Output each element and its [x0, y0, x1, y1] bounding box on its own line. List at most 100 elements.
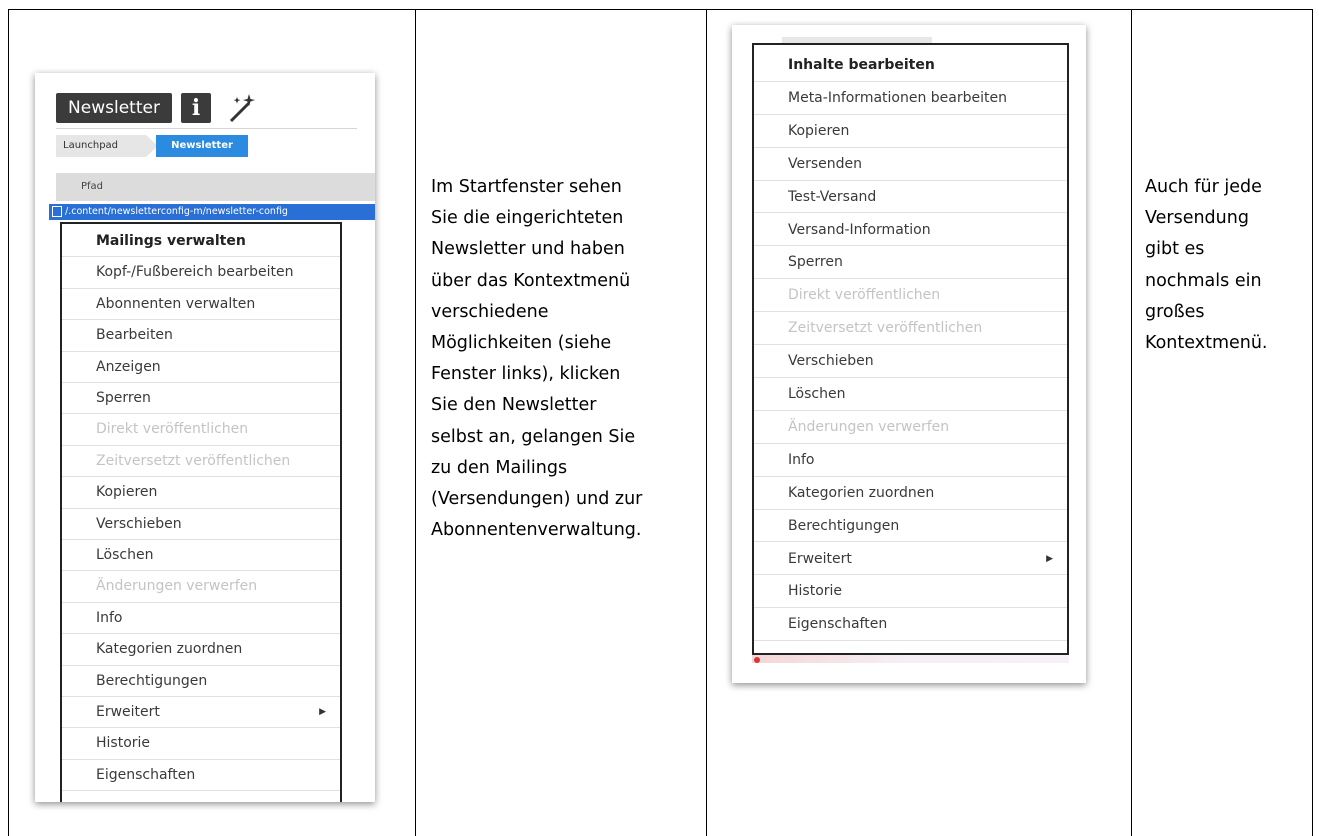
text-line: großes	[1145, 301, 1205, 322]
error-dot-icon	[754, 657, 760, 663]
menu-item[interactable]: Verschieben	[754, 345, 1067, 378]
table-divider-3	[1131, 9, 1132, 836]
mailing-context-menu: Inhalte bearbeiten Meta-Informationen bea…	[752, 43, 1069, 655]
menu-item[interactable]: Löschen	[754, 378, 1067, 411]
menu-item[interactable]: Erweitert ▶	[62, 697, 340, 729]
menu-item-label: Löschen	[96, 547, 154, 563]
text-line: gibt es	[1145, 239, 1205, 260]
menu-item[interactable]: Test-Versand	[754, 181, 1067, 214]
table-right-border	[1312, 9, 1313, 836]
text-line: Abonnentenverwaltung.	[431, 520, 642, 541]
text-line: Im Startfenster sehen	[431, 177, 622, 197]
newsletter-row-icon	[52, 206, 62, 217]
menu-item-label: Inhalte bearbeiten	[788, 57, 935, 73]
menu-item-label: Löschen	[788, 386, 846, 402]
menu-item[interactable]: Sperren	[62, 383, 340, 415]
menu-item[interactable]: Versenden	[754, 148, 1067, 181]
menu-item-label: Verschieben	[788, 353, 874, 370]
menu-item: Direkt veröffentlichen	[62, 414, 340, 446]
breadcrumb-newsletter[interactable]: Newsletter	[156, 135, 248, 157]
menu-item-label: Versenden	[788, 155, 863, 172]
menu-item-label: Kopf-/Fußbereich bearbeiten	[96, 264, 294, 281]
menu-item[interactable]: Historie	[62, 728, 340, 760]
menu-item-label: Info	[788, 451, 815, 468]
menu-item: Direkt veröffentlichen	[754, 279, 1067, 313]
table-top-border	[8, 9, 1312, 10]
table-left-border	[8, 9, 9, 836]
menu-item-label: Änderungen verwerfen	[96, 578, 258, 595]
menu-item-label: Sperren	[788, 254, 843, 271]
newsletter-context-menu: Mailings verwalten Kopf-/Fußbereich bearb…	[60, 222, 342, 802]
menu-item-label: Erweitert	[788, 550, 852, 567]
text-line: (Versendungen) und zur	[431, 489, 643, 510]
table-divider-1	[415, 9, 416, 836]
menu-item[interactable]: Löschen	[62, 540, 340, 572]
menu-item-label: Anzeigen	[96, 358, 161, 375]
menu-item[interactable]: Kategorien zuordnen	[62, 634, 340, 666]
mailing-screenshot: Inhalte bearbeiten Meta-Informationen bea…	[732, 25, 1086, 683]
menu-item[interactable]: Berechtigungen	[62, 666, 340, 697]
menu-item-label: Zeitversetzt veröffentlichen	[788, 320, 983, 337]
breadcrumb-launchpad[interactable]: Launchpad	[56, 135, 146, 157]
menu-item[interactable]: Berechtigungen	[754, 510, 1067, 543]
menu-item: Änderungen verwerfen	[62, 571, 340, 603]
menu-item[interactable]: Mailings verwalten	[62, 226, 340, 258]
menu-item-label: Zeitversetzt veröffentlichen	[96, 452, 291, 469]
menu-item[interactable]: Inhalte bearbeiten	[754, 49, 1067, 82]
header-divider	[56, 128, 357, 129]
far-right-description: Auch für jede Versendung gibt es nochmals e…	[1145, 172, 1268, 359]
menu-item[interactable]: Historie	[754, 575, 1067, 609]
menu-item[interactable]: Eigenschaften	[62, 760, 340, 792]
menu-item[interactable]: Kopieren	[754, 115, 1067, 148]
menu-item[interactable]: Erweitert ▶	[754, 543, 1067, 576]
menu-item[interactable]: Eigenschaften	[754, 608, 1067, 642]
menu-item[interactable]: Kopieren	[62, 477, 340, 509]
magic-wand-icon[interactable]	[225, 91, 259, 125]
menu-item-label: Kategorien zuordnen	[788, 484, 935, 501]
menu-item[interactable]: Meta-Informationen bearbeiten	[754, 82, 1067, 115]
menu-item-label: Direkt veröffentlichen	[788, 287, 941, 304]
text-line: Auch für jede	[1145, 177, 1262, 197]
menu-item: Zeitversetzt veröffentlichen	[754, 312, 1067, 346]
menu-item: Änderungen verwerfen	[754, 411, 1067, 444]
menu-item-label: Meta-Informationen bearbeiten	[788, 89, 1007, 106]
menu-item[interactable]: Versand-Information	[754, 214, 1067, 247]
menu-item[interactable]: Kopf-/Fußbereich bearbeiten	[62, 257, 340, 289]
menu-item-label: Berechtigungen	[788, 517, 900, 534]
menu-item-label: Versand-Information	[788, 221, 931, 238]
text-line: Fenster links), klicken	[431, 364, 621, 385]
menu-item[interactable]: Anzeigen	[62, 352, 340, 383]
text-line: Versendung	[1145, 208, 1249, 229]
column-header-pfad[interactable]: Pfad	[56, 173, 375, 201]
menu-item[interactable]: Sperren	[754, 246, 1067, 280]
text-line: Kontextmenü.	[1145, 333, 1268, 354]
text-line: Sie den Newsletter	[431, 395, 597, 416]
menu-item[interactable]: Abonnenten verwalten	[62, 289, 340, 321]
menu-item-label: Test-Versand	[788, 188, 877, 205]
text-line: Newsletter und haben	[431, 239, 625, 260]
submenu-arrow-icon: ▶	[319, 707, 326, 717]
menu-item-label: Erweitert	[96, 704, 160, 720]
info-icon[interactable]: i	[181, 93, 211, 123]
bottom-strip	[752, 655, 1069, 663]
menu-item[interactable]: Info	[62, 603, 340, 635]
menu-item[interactable]: Bearbeiten	[62, 320, 340, 352]
menu-item-label: Mailings verwalten	[96, 233, 246, 249]
menu-item-label: Bearbeiten	[96, 327, 173, 344]
menu-item-label: Historie	[788, 583, 843, 600]
menu-item-label: Verschieben	[96, 515, 182, 532]
text-line: Sie die eingerichteten	[431, 208, 624, 229]
submenu-arrow-icon: ▶	[1046, 553, 1053, 564]
text-line: verschiedene	[431, 301, 549, 322]
text-line: über das Kontextmenü	[431, 270, 631, 291]
menu-item-label: Berechtigungen	[96, 672, 208, 689]
menu-item[interactable]: Kategorien zuordnen	[754, 477, 1067, 510]
menu-item-label: Eigenschaften	[96, 766, 196, 783]
menu-item[interactable]: Verschieben	[62, 509, 340, 540]
menu-item[interactable]: Info	[754, 444, 1067, 477]
menu-item: Zeitversetzt veröffentlichen	[62, 446, 340, 478]
selected-path-row[interactable]: /.content/newsletterconfig-m/newsletter-…	[49, 204, 375, 220]
menu-item-label: Direkt veröffentlichen	[96, 421, 249, 438]
middle-description: Im Startfenster sehen Sie die eingerichte…	[431, 172, 642, 546]
newsletter-title: Newsletter	[56, 93, 172, 123]
